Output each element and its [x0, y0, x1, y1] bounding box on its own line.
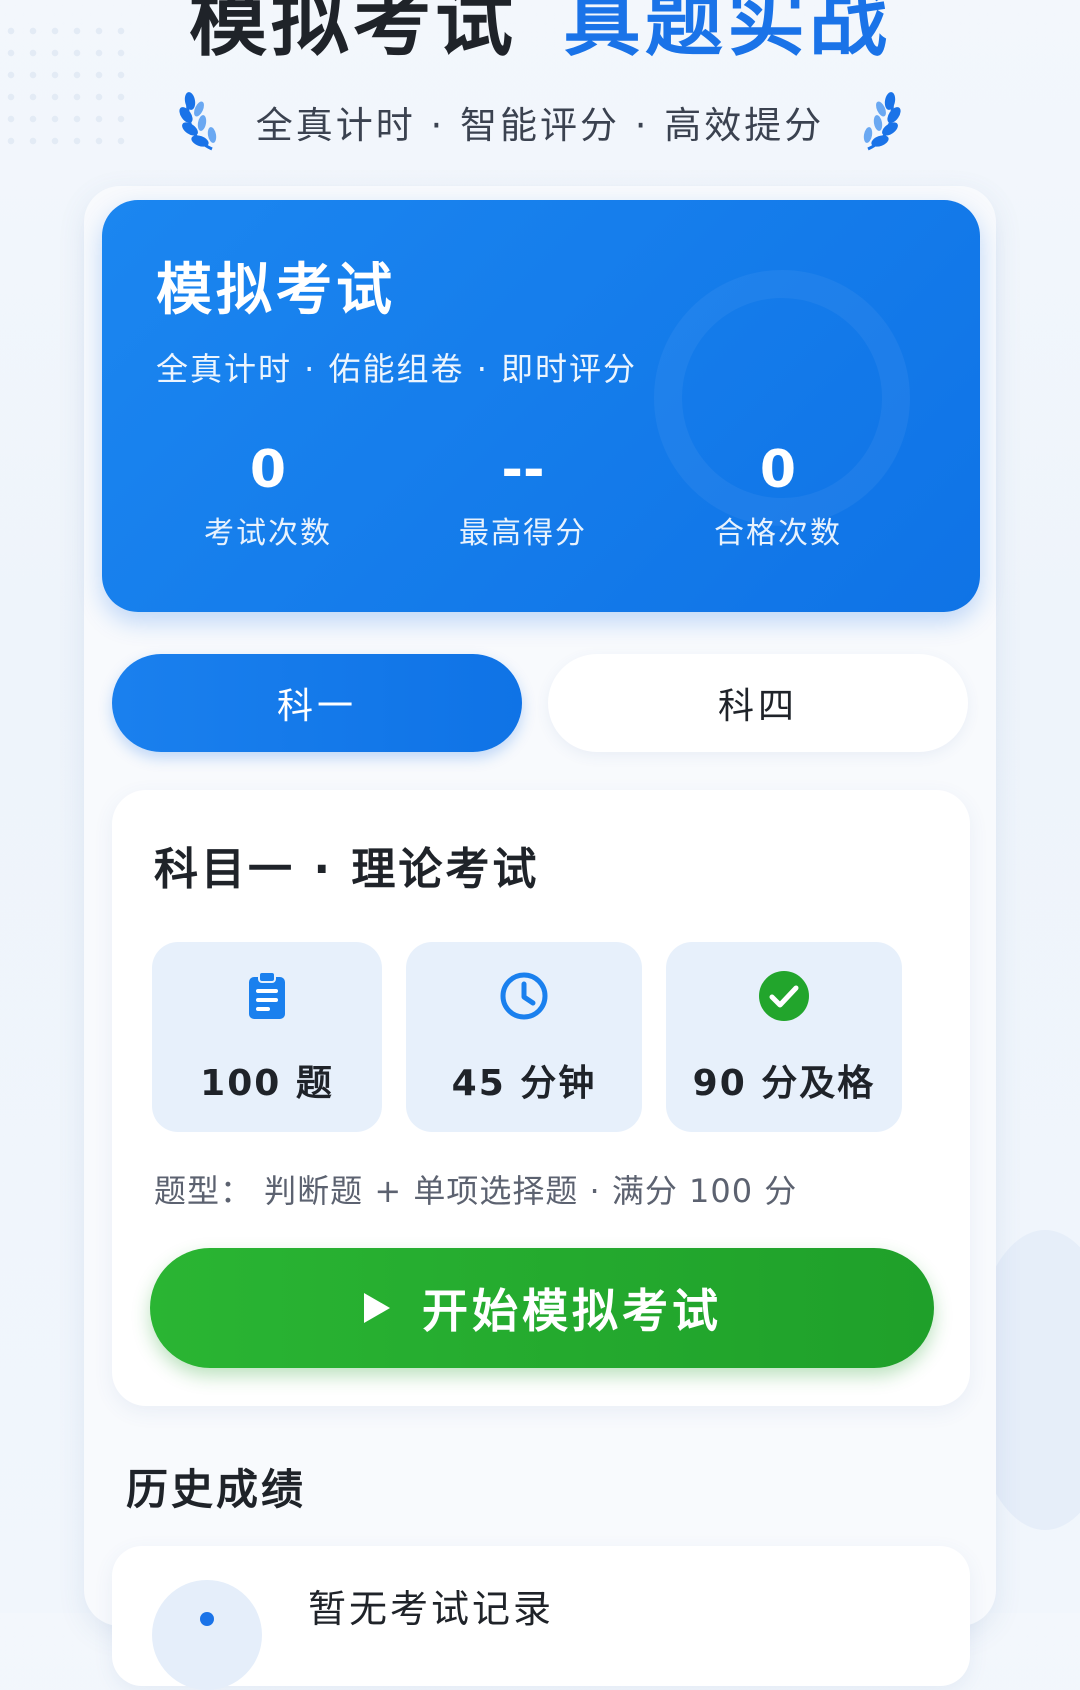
info-text: 100 题 [200, 1063, 334, 1104]
page-subtitle-text: 全真计时 · 智能评分 · 高效提分 [255, 104, 825, 147]
info-duration: 45 分钟 [406, 942, 642, 1132]
info-question-count: 100 题 [152, 942, 382, 1132]
clipboard-icon [249, 971, 285, 1019]
summary-card-subtitle: 全真计时 · 佑能组卷 · 即时评分 [156, 350, 638, 388]
laurel-right-icon [864, 92, 901, 151]
history-title: 历史成绩 [126, 1465, 307, 1514]
exam-description: 题型： 判断题 + 单项选择题 · 满分 100 分 [154, 1172, 798, 1210]
page-subtitle: 全真计时 · 智能评分 · 高效提分 [0, 92, 1080, 152]
stat-exam-count: 0 考试次数 [138, 440, 398, 552]
tab-subject-one[interactable]: 科一 [112, 654, 522, 752]
stat-label: 考试次数 [204, 516, 332, 551]
start-exam-button[interactable]: 开始模拟考试 [150, 1248, 934, 1368]
exam-card: 科目一 · 理论考试 100 题 45 分钟 90 分及格 题型： 判断题 + … [112, 790, 970, 1406]
stat-pass-count: 0 合格次数 [648, 440, 908, 552]
clock-icon [500, 972, 548, 1020]
info-text: 45 分钟 [451, 1063, 597, 1104]
tab-subject-four[interactable]: 科四 [548, 654, 968, 752]
summary-card-title: 模拟考试 [156, 258, 396, 323]
check-circle-icon [759, 971, 809, 1021]
page-title-primary: 模拟考试 [188, 0, 517, 67]
stat-value: 0 [249, 440, 287, 500]
info-text: 90 分及格 [692, 1063, 876, 1104]
history-icon-dot [200, 1612, 214, 1626]
info-pass-score: 90 分及格 [666, 942, 902, 1132]
page-title-highlight: 真题实战 [563, 0, 892, 67]
stat-value: 0 [759, 440, 797, 500]
exam-title: 科目一 · 理论考试 [154, 844, 540, 895]
stat-label: 合格次数 [714, 516, 842, 551]
stat-label: 最高得分 [459, 516, 587, 551]
start-exam-label: 开始模拟考试 [422, 1284, 722, 1338]
laurel-left-icon [179, 92, 216, 151]
history-empty-icon [152, 1580, 262, 1690]
page-title: 模拟考试 真题实战 [0, 0, 1080, 72]
play-icon [364, 1293, 390, 1323]
summary-card: 模拟考试 全真计时 · 佑能组卷 · 即时评分 0 考试次数 -- 最高得分 0… [102, 200, 980, 612]
history-card: 暂无考试记录 [112, 1546, 970, 1690]
stat-best-score: -- 最高得分 [393, 440, 653, 552]
stat-value: -- [501, 440, 545, 500]
history-empty-text: 暂无考试记录 [308, 1587, 555, 1631]
